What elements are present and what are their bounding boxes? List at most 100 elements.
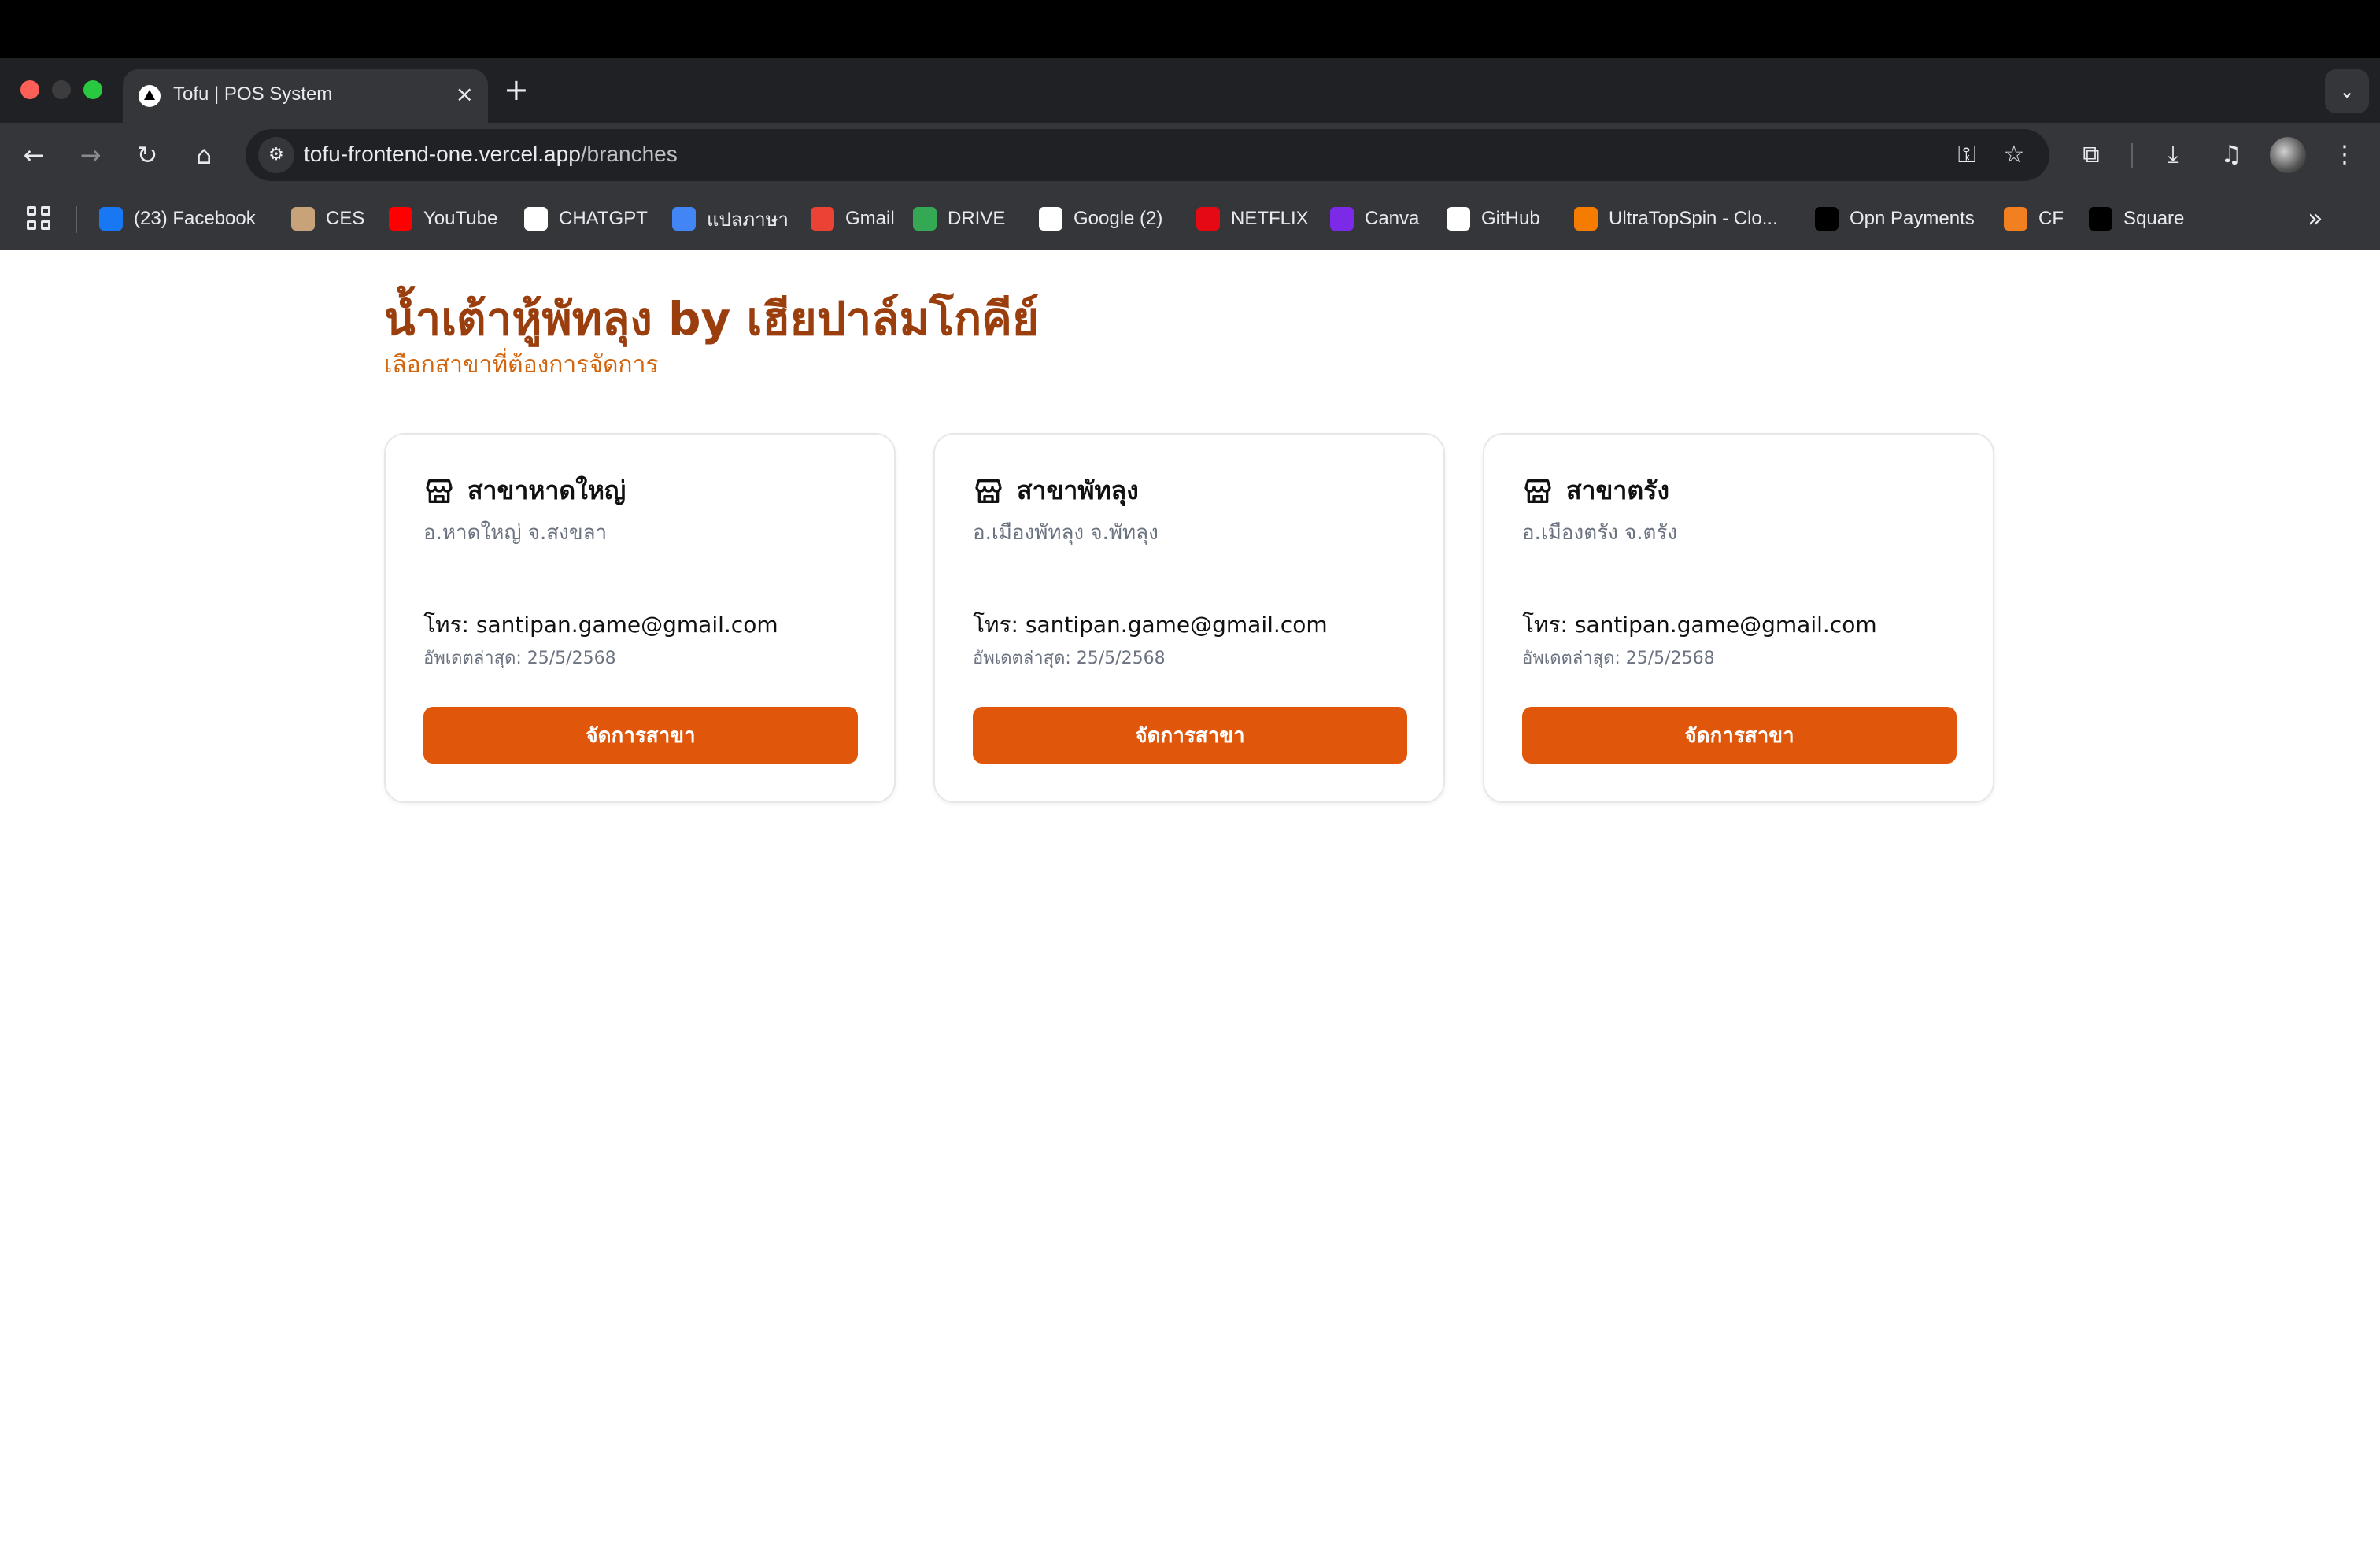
branch-header: สาขาตรัง [1522,471,1669,511]
branch-name: สาขาพัทลุง [1017,475,1139,505]
bookmark-label: Gmail [845,208,895,229]
branch-updated: อัพเดตล่าสุด: 25/5/2568 [423,649,616,668]
download-icon[interactable]: ⤓ [2152,134,2194,176]
kebab-menu-icon[interactable]: ⋮ [2323,134,2366,176]
youtube-icon [389,207,412,231]
opn-icon [1815,207,1839,231]
zoom-window-button[interactable] [83,80,102,99]
tab-search-menu-button[interactable]: ⌄ [2325,69,2369,113]
square-icon [2089,207,2112,231]
apps-grid-icon[interactable] [27,206,52,231]
bookmark-label: Google (2) [1074,208,1163,229]
bookmark-label: CF [2038,208,2064,229]
page-subtitle: เลือกสาขาที่ต้องการจัดการ [384,351,659,379]
url-host: tofu-frontend-one.vercel.app [304,142,581,166]
facebook-icon [99,207,123,231]
page-title: น้ำเต้าหู้พัทลุง by เฮียปาล์มโกคีย์ [384,292,1039,346]
media-controls-icon[interactable]: ♫ [2210,134,2252,176]
branch-card: สาขาหาดใหญ่อ.หาดใหญ่ จ.สงขลาโทร: santipa… [384,433,896,803]
manage-branch-button[interactable]: จัดการสาขา [423,707,858,764]
branches-page: น้ำเต้าหู้พัทลุง by เฮียปาล์มโกคีย์ เลือ… [0,250,2380,1546]
branch-card: สาขาตรังอ.เมืองตรัง จ.ตรังโทร: santipan.… [1483,433,1994,803]
bookmark-item[interactable]: GitHub [1447,205,1540,233]
bookmark-item[interactable]: แปลภาษา [672,205,789,233]
bookmark-item[interactable]: YouTube [389,205,497,233]
bookmark-item[interactable]: DRIVE [913,205,1005,233]
bookmark-label: Square [2123,208,2185,229]
drive-icon [913,207,937,231]
chatgpt-icon [524,207,548,231]
bookmark-item[interactable]: Gmail [811,205,895,233]
close-window-button[interactable] [20,80,39,99]
tab-title: Tofu | POS System [173,83,333,105]
bookmark-label: YouTube [423,208,498,229]
bookmark-item[interactable]: CF [2004,205,2064,233]
profile-avatar[interactable] [2270,137,2306,173]
bookmark-item[interactable]: UltraTopSpin - Clo... [1574,205,1778,233]
browser-chrome: Tofu | POS System × + ⌄ ← → ↻ ⌂ ⚙ tofu-f… [0,58,2380,250]
cloudflare-icon [2004,207,2027,231]
minimize-window-button[interactable] [52,80,71,99]
branch-address: อ.หาดใหญ่ จ.สงขลา [423,521,608,545]
extensions-icon[interactable]: ⧉ [2070,134,2112,176]
bookmark-star-icon[interactable]: ☆ [1996,137,2032,173]
bookmarks-divider [76,206,77,233]
bookmark-label: (23) Facebook [134,208,256,229]
canva-icon [1330,207,1354,231]
bookmark-label: Opn Payments [1850,208,1975,229]
forward-icon[interactable]: → [69,134,112,176]
bookmark-label: Canva [1365,208,1420,229]
tab-close-icon[interactable]: × [456,80,474,109]
bookmark-label: UltraTopSpin - Clo... [1609,208,1778,229]
manage-branch-button[interactable]: จัดการสาขา [973,707,1407,764]
netflix-icon [1196,207,1220,231]
branch-contact: โทร: santipan.game@gmail.com [423,612,778,638]
bookmark-item[interactable]: CES [291,205,364,233]
manage-branch-button[interactable]: จัดการสาขา [1522,707,1957,764]
password-key-icon[interactable]: ⚿ [1949,137,1985,173]
bookmark-item[interactable]: CHATGPT [524,205,648,233]
site-info-icon[interactable]: ⚙ [258,137,294,173]
bookmark-label: DRIVE [948,208,1006,229]
store-icon [426,479,453,503]
bookmark-label: GitHub [1481,208,1540,229]
home-icon[interactable]: ⌂ [183,134,225,176]
ultratopspin-icon [1574,207,1598,231]
bookmark-item[interactable]: Opn Payments [1815,205,1975,233]
bookmark-item[interactable]: Canva [1330,205,1419,233]
branch-header: สาขาหาดใหญ่ [423,471,626,511]
store-icon [975,479,1002,503]
address-bar[interactable]: ⚙ tofu-frontend-one.vercel.app/branches … [246,129,2049,181]
bookmarks-bar: (23) Facebook CES YouTube CHATGPT แปลภาษา Gma… [0,187,2380,250]
new-tab-button[interactable]: + [504,74,529,105]
translate-icon [672,207,696,231]
url-path: /branches [580,142,678,166]
toolbar-divider [2131,143,2133,168]
bookmark-label: CHATGPT [559,208,648,229]
vercel-favicon-icon [139,85,161,107]
bookmark-item[interactable]: Google (2) [1039,205,1162,233]
branch-name: สาขาหาดใหญ่ [468,475,626,505]
tab-active[interactable]: Tofu | POS System × [123,69,488,123]
more-bookmarks-icon[interactable]: » [2308,203,2323,233]
os-menu-bar [0,0,2380,58]
gmail-icon [811,207,834,231]
branch-card: สาขาพัทลุงอ.เมืองพัทลุง จ.พัทลุงโทร: san… [933,433,1445,803]
url-text[interactable]: tofu-frontend-one.vercel.app/branches [304,142,678,167]
back-icon[interactable]: ← [13,134,55,176]
browser-toolbar: ← → ↻ ⌂ ⚙ tofu-frontend-one.vercel.app/b… [0,123,2380,187]
ces-icon [291,207,315,231]
bookmark-label: แปลภาษา [707,209,789,231]
bookmark-item[interactable]: (23) Facebook [99,205,256,233]
reload-icon[interactable]: ↻ [126,134,168,176]
github-icon [1447,207,1470,231]
bookmark-label: CES [326,208,365,229]
branch-address: อ.เมืองตรัง จ.ตรัง [1522,521,1678,545]
bookmark-item[interactable]: NETFLIX [1196,205,1309,233]
branch-contact: โทร: santipan.game@gmail.com [973,612,1328,638]
branch-updated: อัพเดตล่าสุด: 25/5/2568 [1522,649,1715,668]
branch-contact: โทร: santipan.game@gmail.com [1522,612,1877,638]
branch-address: อ.เมืองพัทลุง จ.พัทลุง [973,521,1159,545]
tab-strip: Tofu | POS System × + ⌄ [0,58,2380,123]
bookmark-item[interactable]: Square [2089,205,2184,233]
